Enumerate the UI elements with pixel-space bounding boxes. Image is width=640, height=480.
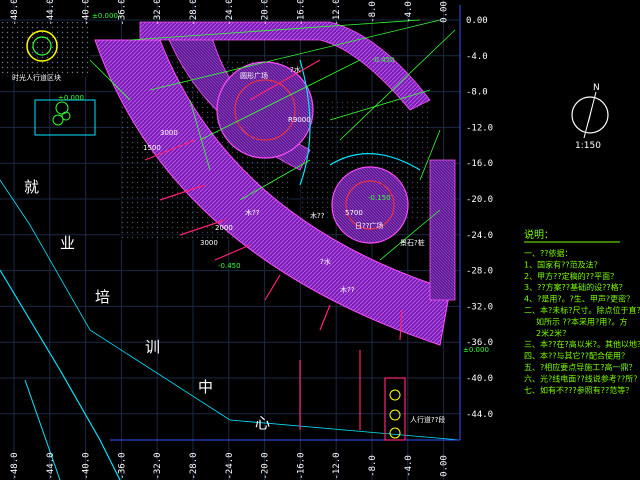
- y-axis-labels: 0.00 -4.0 -8.0 -12.0 -16.0 -20.0 -24.0 -28.0 -32…: [466, 16, 493, 420]
- building-name-char: 训: [145, 338, 160, 356]
- x-axis-label-bottom: -24.0: [225, 452, 235, 479]
- label-stone: 景石?桩: [400, 238, 425, 247]
- x-axis-label-top: -48.0: [10, 0, 20, 26]
- building-name-char: 心: [255, 414, 270, 432]
- label-wood-3: 木??: [340, 285, 355, 294]
- x-axis-label-bottom: -48.0: [10, 452, 20, 479]
- dimension-2: 3000: [200, 239, 218, 247]
- note-line: 4、?是用?。?生、甲声?更密？: [524, 294, 634, 304]
- tree-2: [389, 409, 401, 421]
- y-axis-label: -28.0: [466, 267, 493, 277]
- tree-cluster: [52, 101, 71, 126]
- x-axis-label-bottom: -40.0: [82, 452, 92, 479]
- x-axis-label-top: 0.00: [440, 1, 450, 23]
- x-axis-label-bottom: 0.00: [440, 455, 450, 477]
- notes-title: 说明：: [524, 228, 554, 241]
- x-axis-label-bottom: -36.0: [117, 452, 127, 479]
- note-line: 1、国家有??范及法？: [524, 259, 602, 269]
- label-path-1: ?水: [290, 65, 301, 74]
- y-axis-label: -20.0: [466, 195, 493, 205]
- dimension-5: 2000: [215, 224, 233, 232]
- x-axis-label-top: -4.0: [404, 1, 414, 23]
- y-axis-label: -40.0: [466, 374, 493, 384]
- y-axis-label: -24.0: [466, 231, 493, 241]
- dimension-3: 1500: [143, 144, 161, 152]
- x-axis-label-top: -24.0: [225, 0, 235, 26]
- scale-label: 1:150: [575, 141, 601, 151]
- note-line: 三、本??在?高以米?。其他以地？: [524, 339, 640, 349]
- y-axis-label: -44.0: [466, 410, 493, 420]
- paving-field: [0, 22, 90, 77]
- label-top-left: 时光人行道区块: [12, 73, 61, 82]
- label-wood-1: 木??: [245, 208, 260, 217]
- cad-drawing-canvas: -48.0 -48.0 -44.0 -44.0 -40.0 -40.0 -36.0 -36.0…: [0, 0, 640, 480]
- tree-3: [389, 427, 401, 439]
- north-arrow-icon: [571, 91, 609, 139]
- note-line: 二、本?未标?尺寸。除点位于直？: [524, 305, 640, 315]
- note-line: 一、??依据：: [524, 248, 573, 258]
- y-axis-label: 0.00: [466, 16, 488, 26]
- x-axis-label-bottom: -16.0: [296, 452, 306, 479]
- x-axis-label-bottom: -12.0: [332, 452, 342, 479]
- right-paving-strip: [429, 159, 456, 301]
- note-line: 七、如有不???参照有??范等？: [524, 385, 633, 395]
- dimension-4: 5700: [345, 209, 363, 217]
- elevation-4: -0.150: [368, 194, 391, 202]
- plaza-circle-2: [331, 166, 409, 244]
- elevation-1: ±0.000: [92, 12, 118, 20]
- elevation-6: ±0.000: [58, 94, 84, 102]
- x-axis-label-bottom: -28.0: [189, 452, 199, 479]
- x-axis-label-bottom: -44.0: [46, 452, 56, 479]
- x-axis-label-top: -16.0: [296, 0, 306, 26]
- note-line: 五、?相应要点导施工?高一鼎？: [524, 362, 637, 372]
- label-wood-2: 木??: [310, 211, 325, 220]
- note-line: 3、??方案??基础的设??格？: [524, 282, 627, 292]
- x-axis-label-top: -28.0: [189, 0, 199, 26]
- y-axis-label: -8.0: [466, 88, 488, 98]
- note-line: 2、甲方??定稿的??平面？: [524, 271, 618, 281]
- y-axis-label: -4.0: [466, 52, 488, 62]
- x-axis-label-top: -36.0: [117, 0, 127, 26]
- elevation-3: ±0.000: [463, 346, 489, 354]
- notes-list: 一、??依据：1、国家有??范及法？ 2、甲方??定稿的??平面？3、??方案??…: [524, 248, 640, 395]
- note-line: 四、本??与其它??配合使用？: [524, 351, 629, 361]
- building-name-char: 业: [60, 234, 75, 252]
- building-name-char: 培: [95, 288, 110, 306]
- note-line: 如所示 ??本采用?用?。方: [536, 316, 628, 326]
- x-axis-label-top: -40.0: [82, 0, 92, 26]
- building-name-char: 中: [198, 378, 213, 396]
- label-plaza-1: 圆形广场: [240, 71, 268, 80]
- x-axis-label-top: -20.0: [261, 0, 271, 26]
- note-line: 2米2米？: [536, 328, 570, 338]
- x-axis-label-bottom: -8.0: [368, 455, 378, 477]
- label-path-2: ?水: [320, 257, 331, 266]
- elevation-2: -0.450: [372, 56, 395, 64]
- x-axis-label-top: -12.0: [332, 0, 342, 26]
- note-line: 六、光?线电面??线说参考??所？: [524, 373, 640, 383]
- dimension-6: R9000: [288, 116, 311, 124]
- x-axis-label-bottom: -20.0: [261, 452, 271, 479]
- y-axis-label: -16.0: [466, 159, 493, 169]
- x-axis-label-top: -8.0: [368, 1, 378, 23]
- tree-1: [389, 389, 401, 401]
- x-axis-label-bottom: -4.0: [404, 455, 414, 477]
- north-letter: N: [593, 83, 600, 93]
- y-axis-label: -12.0: [466, 123, 493, 133]
- x-axis-label-bottom: -32.0: [153, 452, 163, 479]
- label-plaza-2: 日??广场: [355, 221, 383, 230]
- x-axis-label-top: -32.0: [153, 0, 163, 26]
- y-axis-label: -32.0: [466, 302, 493, 312]
- label-bottom-right: 人行道??段: [410, 415, 445, 424]
- elevation-5: -0.450: [218, 262, 241, 270]
- dimension-1: 3000: [160, 129, 178, 137]
- walkway-strip: [384, 377, 406, 441]
- building-name-char: 就: [24, 178, 39, 196]
- x-axis-label-top: -44.0: [46, 0, 56, 26]
